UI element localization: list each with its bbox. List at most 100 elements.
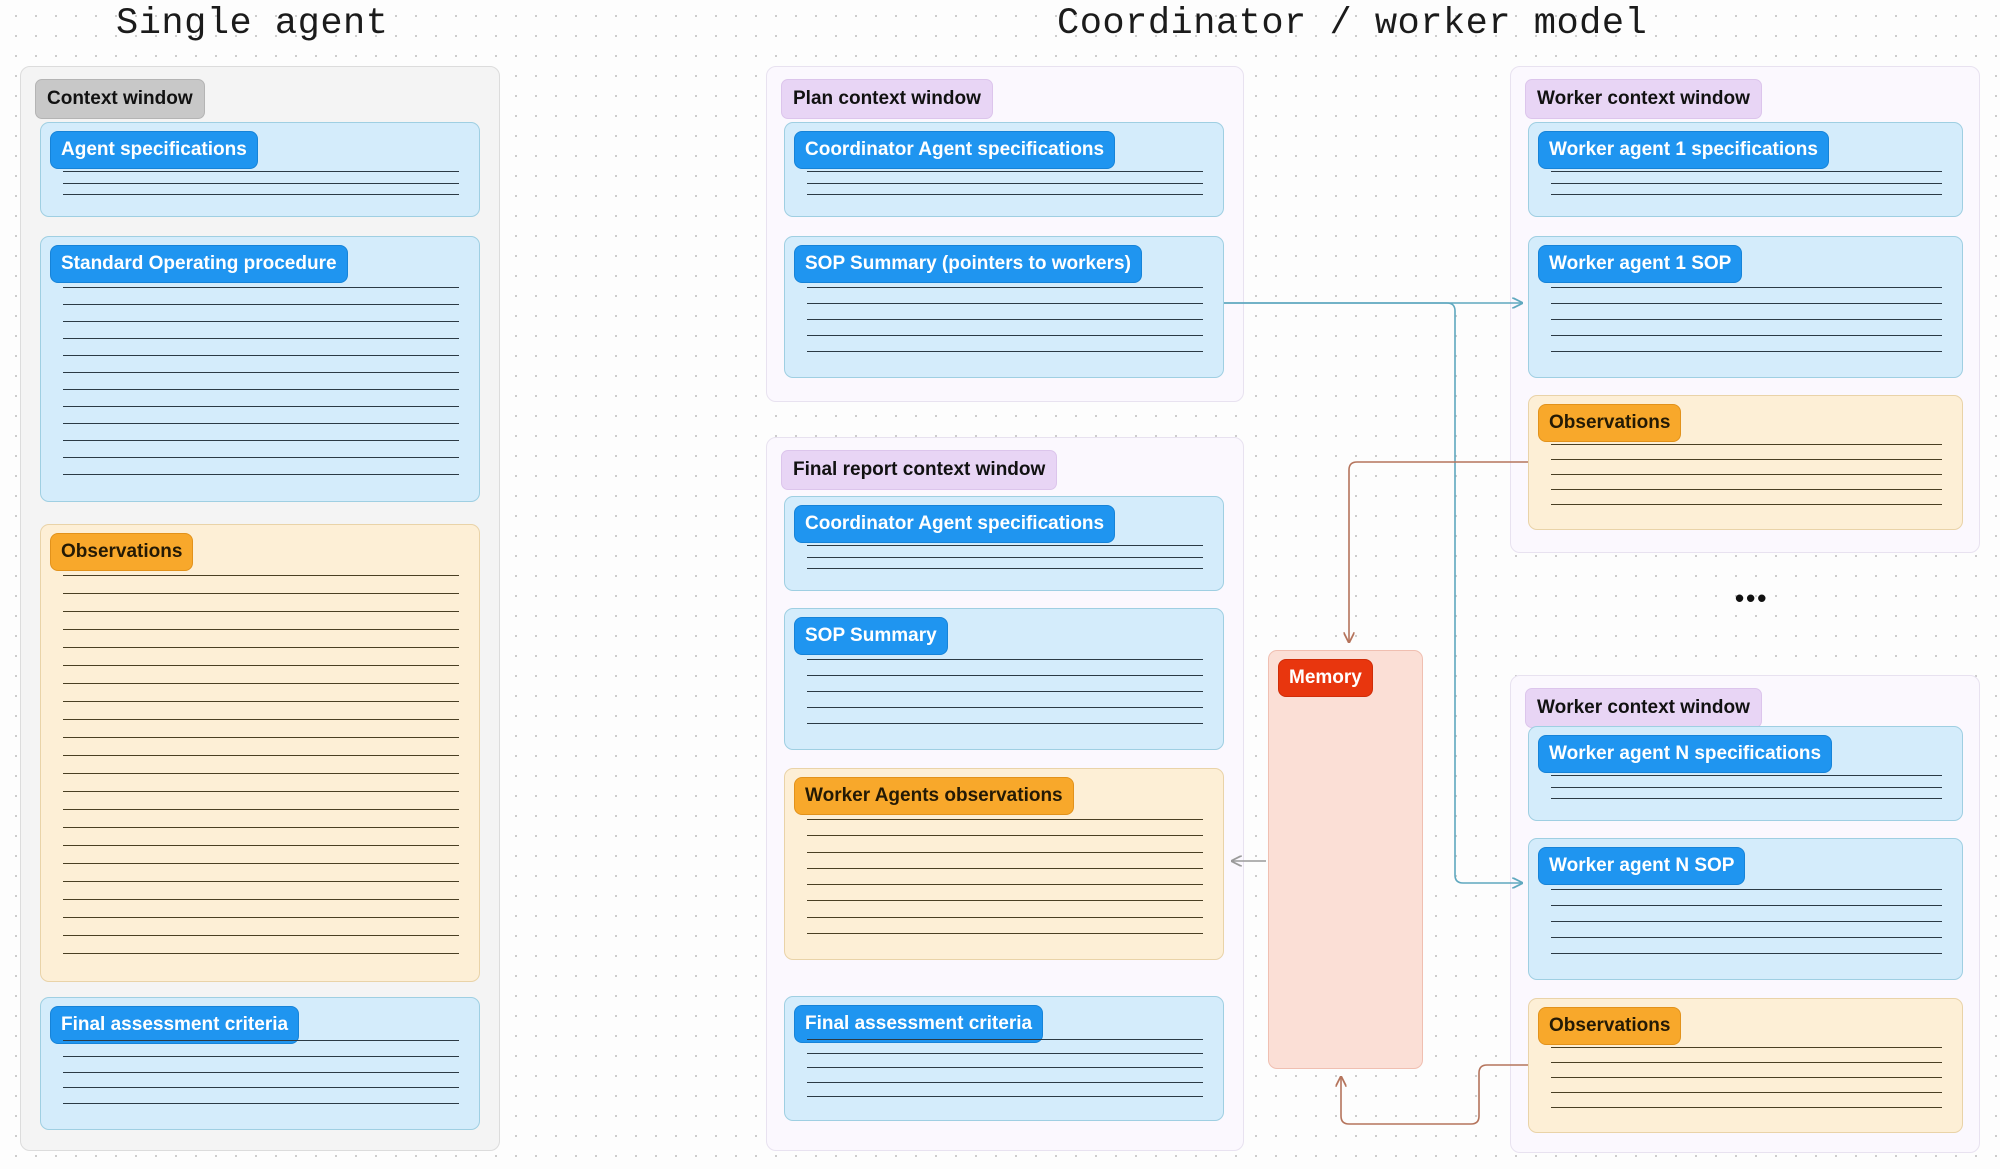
ruled-line	[807, 867, 1203, 869]
ruled-lines	[1529, 444, 1962, 505]
ruled-lines	[41, 287, 479, 475]
ruled-line	[63, 863, 459, 864]
ruled-line	[807, 182, 1203, 184]
ruled-line	[807, 932, 1203, 934]
ruled-lines	[785, 171, 1223, 196]
ruled-line	[63, 171, 459, 172]
ruled-line	[63, 338, 459, 339]
card-label-worker-agent-n-specifications: Worker agent N specifications	[1538, 735, 1833, 773]
ruled-line	[807, 723, 1203, 724]
ruled-line	[63, 389, 459, 390]
card-label-worker-agent-1-specifications: Worker agent 1 specifications	[1538, 131, 1829, 169]
ruled-line	[63, 701, 459, 702]
ruled-line	[63, 1071, 459, 1073]
ruled-line	[807, 194, 1203, 196]
panel-label-plan-context-window: Plan context window	[781, 79, 993, 119]
ruled-line	[63, 474, 459, 475]
ruled-line	[1551, 444, 1942, 445]
card-observations-single-agent[interactable]: Observations	[40, 524, 480, 982]
card-label-final-assessment-criteria: Final assessment criteria	[50, 1006, 300, 1044]
ruled-line	[1551, 303, 1942, 304]
ruled-line	[1551, 182, 1942, 184]
panel-label-context-window: Context window	[35, 79, 205, 119]
ruled-line	[807, 659, 1203, 660]
ruled-lines	[41, 575, 479, 954]
ruled-line	[1551, 1062, 1942, 1063]
card-worker-agents-observations[interactable]: Worker Agents observations	[784, 768, 1224, 960]
card-worker-agent-1-sop[interactable]: Worker agent 1 SOP	[1528, 236, 1963, 378]
card-observations-worker-1[interactable]: Observations	[1528, 395, 1963, 530]
ruled-line	[63, 935, 459, 936]
ruled-line	[1551, 474, 1942, 475]
ruled-line	[63, 827, 459, 828]
ruled-lines	[785, 659, 1223, 724]
ruled-line	[63, 304, 459, 305]
card-label-coordinator-agent-specifications: Coordinator Agent specifications	[794, 505, 1116, 543]
card-coordinator-agent-specifications-final[interactable]: Coordinator Agent specifications	[784, 496, 1224, 591]
ruled-lines	[41, 1040, 479, 1105]
ruled-line	[63, 899, 459, 900]
ruled-line	[1551, 775, 1942, 776]
ruled-line	[63, 791, 459, 792]
ruled-line	[807, 707, 1203, 708]
ruled-line	[1551, 319, 1942, 320]
ruled-line	[63, 287, 459, 288]
card-label-worker-agent-n-sop: Worker agent N SOP	[1538, 847, 1746, 885]
ruled-line	[1551, 798, 1942, 800]
card-label-observations: Observations	[1538, 404, 1682, 442]
ruled-lines	[1529, 1047, 1962, 1108]
panel-label-worker-context-window-1: Worker context window	[1525, 79, 1762, 119]
ruled-lines	[1529, 171, 1962, 196]
card-agent-specifications[interactable]: Agent specifications	[40, 122, 480, 217]
card-standard-operating-procedure[interactable]: Standard Operating procedure	[40, 236, 480, 502]
ruled-line	[63, 629, 459, 630]
ruled-line	[63, 665, 459, 666]
ruled-line	[807, 171, 1203, 172]
ruled-line	[807, 1095, 1203, 1097]
card-worker-agent-n-specifications[interactable]: Worker agent N specifications	[1528, 726, 1963, 821]
ruled-line	[807, 287, 1203, 288]
ruled-line	[807, 335, 1203, 336]
ruled-line	[63, 593, 459, 594]
ruled-line	[63, 372, 459, 373]
card-label-standard-operating-procedure: Standard Operating procedure	[50, 245, 348, 283]
ruled-line	[1551, 489, 1942, 490]
diagram-canvas: Single agent Coordinator / worker model …	[0, 0, 2000, 1169]
card-label-sop-summary-pointers: SOP Summary (pointers to workers)	[794, 245, 1142, 283]
ruled-line	[63, 881, 459, 882]
ruled-line	[807, 900, 1203, 902]
ruled-line	[63, 755, 459, 756]
card-label-worker-agents-observations: Worker Agents observations	[794, 777, 1074, 815]
ruled-lines	[41, 171, 479, 196]
card-observations-worker-n[interactable]: Observations	[1528, 998, 1963, 1133]
ruled-lines	[785, 287, 1223, 352]
ruled-line	[1551, 921, 1942, 922]
ruled-line	[63, 737, 459, 738]
ruled-line	[1551, 937, 1942, 938]
card-worker-agent-1-specifications[interactable]: Worker agent 1 specifications	[1528, 122, 1963, 217]
ruled-line	[807, 303, 1203, 304]
ruled-line	[63, 917, 459, 918]
ruled-line	[1551, 1077, 1942, 1078]
card-worker-agent-n-sop[interactable]: Worker agent N SOP	[1528, 838, 1963, 980]
page-title-coordinator-worker-model: Coordinator / worker model	[1057, 3, 1648, 45]
ellipsis-separator: •••	[1735, 583, 1769, 613]
ruled-line	[63, 611, 459, 612]
ruled-line	[807, 691, 1203, 692]
ruled-line	[63, 440, 459, 441]
card-memory[interactable]: Memory	[1268, 650, 1423, 1069]
card-coordinator-agent-specifications-plan[interactable]: Coordinator Agent specifications	[784, 122, 1224, 217]
ruled-line	[63, 773, 459, 774]
card-sop-summary-pointers-to-workers[interactable]: SOP Summary (pointers to workers)	[784, 236, 1224, 378]
ruled-line	[1551, 351, 1942, 352]
ruled-line	[1551, 905, 1942, 906]
ruled-line	[63, 575, 459, 576]
card-sop-summary[interactable]: SOP Summary	[784, 608, 1224, 750]
card-final-assessment-criteria-single[interactable]: Final assessment criteria	[40, 997, 480, 1130]
card-final-assessment-criteria-final-report[interactable]: Final assessment criteria	[784, 996, 1224, 1121]
ruled-lines	[785, 1039, 1223, 1097]
ruled-line	[807, 851, 1203, 853]
ruled-line	[807, 556, 1203, 558]
panel-label-final-report-context-window: Final report context window	[781, 450, 1058, 490]
ruled-line	[807, 1053, 1203, 1055]
